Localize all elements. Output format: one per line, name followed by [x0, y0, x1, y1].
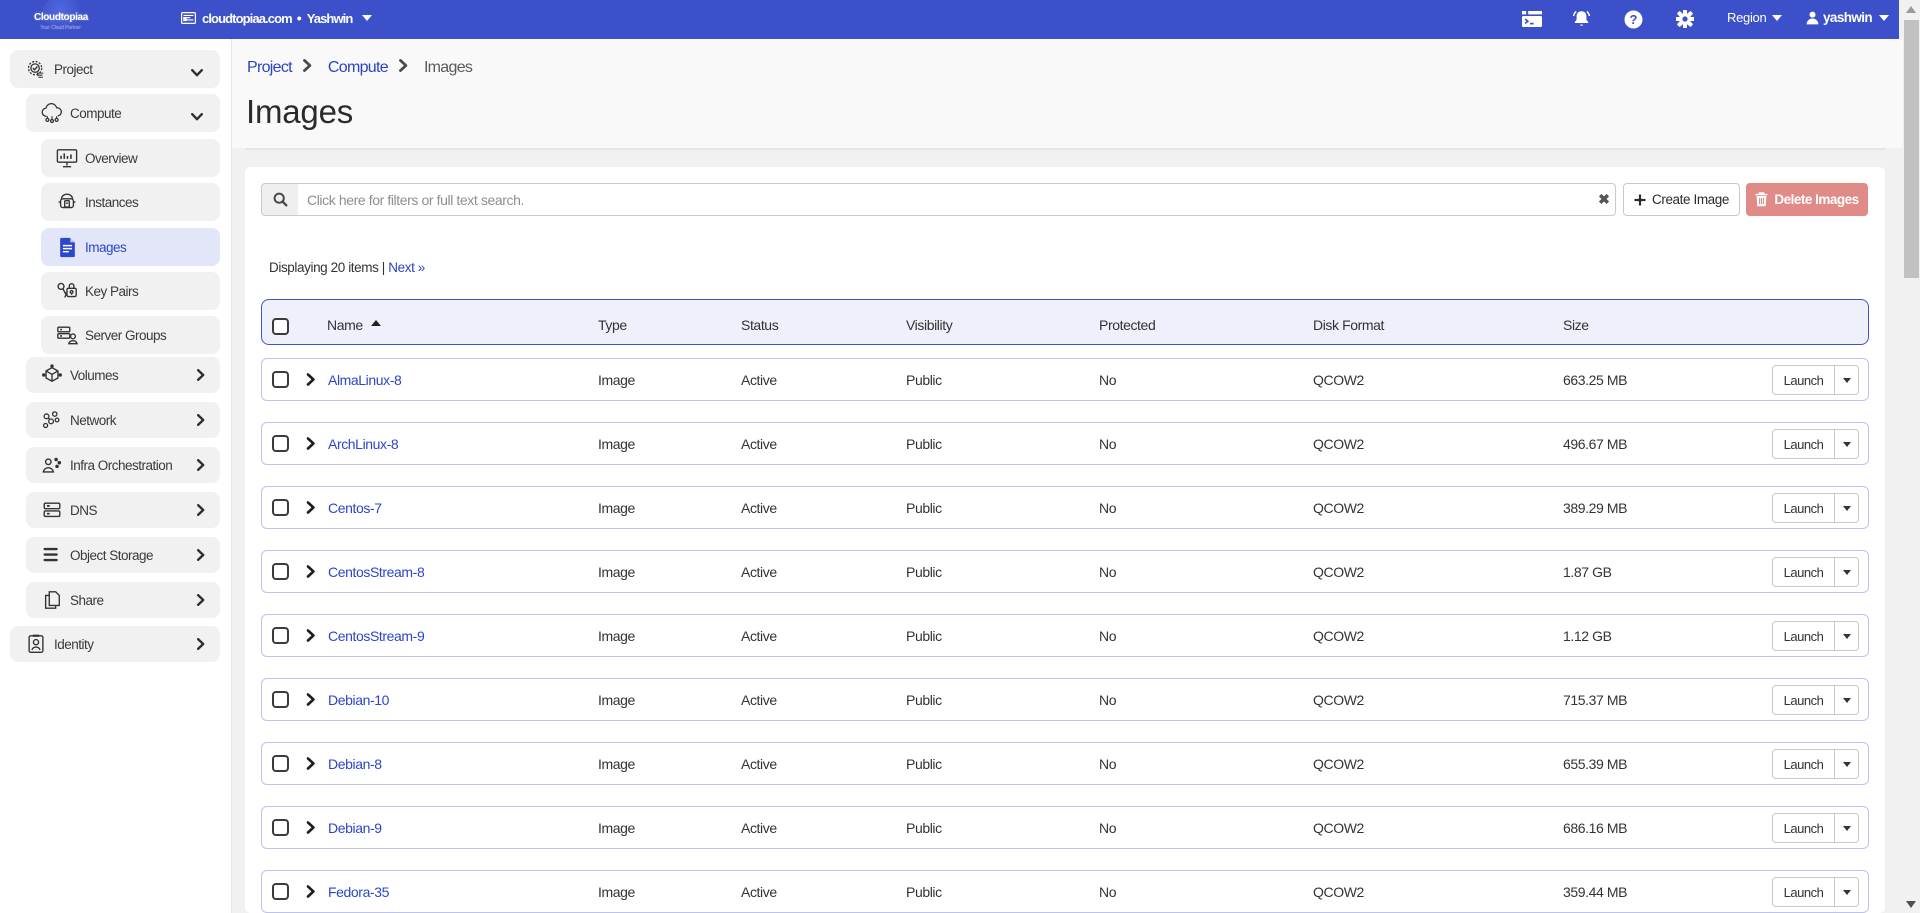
svg-text:?: ? — [1630, 12, 1638, 27]
